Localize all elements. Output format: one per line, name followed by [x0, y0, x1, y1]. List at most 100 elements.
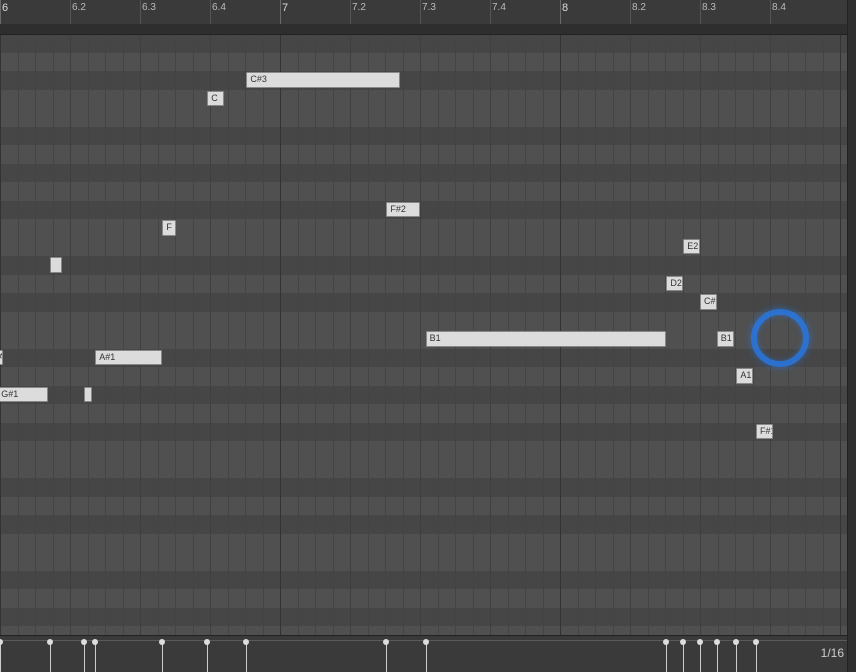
- grid-line: [823, 34, 824, 636]
- velocity-stem[interactable]: [756, 642, 757, 672]
- midi-note[interactable]: A#1: [0, 350, 3, 366]
- velocity-handle[interactable]: [680, 639, 686, 645]
- grid-line: [788, 34, 789, 636]
- midi-note[interactable]: G#1: [0, 387, 48, 403]
- velocity-handle[interactable]: [383, 639, 389, 645]
- velocity-stem[interactable]: [0, 642, 1, 672]
- piano-roll-row: [0, 256, 848, 275]
- grid-line: [350, 34, 351, 636]
- velocity-lane[interactable]: 1/16: [0, 635, 848, 672]
- velocity-handle[interactable]: [204, 639, 210, 645]
- grid-line: [298, 34, 299, 636]
- ruler-label: 6.3: [142, 2, 156, 13]
- grid-line: [280, 34, 281, 636]
- velocity-handle[interactable]: [47, 639, 53, 645]
- ruler-label: 8: [562, 2, 568, 14]
- midi-note[interactable]: C: [207, 91, 224, 107]
- velocity-stem[interactable]: [717, 642, 718, 672]
- midi-note[interactable]: B1: [426, 331, 667, 347]
- velocity-handle[interactable]: [733, 639, 739, 645]
- ruler-label: 6.2: [72, 2, 86, 13]
- vertical-scrollbar[interactable]: [847, 0, 856, 672]
- piano-roll-row: [0, 589, 848, 608]
- grid-line: [683, 34, 684, 636]
- piano-roll-row: [0, 515, 848, 534]
- grid-line: [805, 34, 806, 636]
- velocity-stem[interactable]: [666, 642, 667, 672]
- piano-roll-row: [0, 312, 848, 331]
- piano-roll-row: [0, 90, 848, 109]
- midi-note[interactable]: F#2: [386, 202, 420, 218]
- piano-roll-row: [0, 182, 848, 201]
- piano-roll-row: [0, 164, 848, 183]
- velocity-handle[interactable]: [92, 639, 98, 645]
- velocity-stem[interactable]: [426, 642, 427, 672]
- grid-line: [263, 34, 264, 636]
- velocity-handle[interactable]: [714, 639, 720, 645]
- grid-line: [123, 34, 124, 636]
- velocity-stem[interactable]: [246, 642, 247, 672]
- grid-line: [333, 34, 334, 636]
- midi-note[interactable]: F#1: [756, 424, 773, 440]
- snap-resolution-label: 1/16: [821, 646, 844, 660]
- velocity-handle[interactable]: [753, 639, 759, 645]
- midi-note[interactable]: [84, 387, 92, 403]
- velocity-stem[interactable]: [736, 642, 737, 672]
- ruler-tick: [770, 0, 771, 24]
- piano-roll-row: [0, 293, 848, 312]
- velocity-handle[interactable]: [243, 639, 249, 645]
- grid-line: [193, 34, 194, 636]
- velocity-stem[interactable]: [700, 642, 701, 672]
- ruler-tick: [420, 0, 421, 24]
- ruler-ticks: 66.26.36.477.27.37.488.28.38.4: [0, 0, 848, 24]
- piano-roll-row: [0, 127, 848, 146]
- timeline-ruler-secondary[interactable]: [0, 24, 848, 35]
- velocity-handle[interactable]: [423, 639, 429, 645]
- piano-roll-row: [0, 71, 848, 90]
- velocity-stem[interactable]: [50, 642, 51, 672]
- ruler-label: 7.3: [422, 2, 436, 13]
- ruler-tick: [490, 0, 491, 24]
- velocity-stem[interactable]: [683, 642, 684, 672]
- velocity-handle[interactable]: [697, 639, 703, 645]
- midi-note[interactable]: D2: [666, 276, 683, 292]
- piano-roll-row: [0, 552, 848, 571]
- ruler-label: 6: [2, 2, 8, 14]
- midi-note[interactable]: C#2: [700, 294, 717, 310]
- midi-note[interactable]: E2: [683, 239, 700, 255]
- grid-line: [420, 34, 421, 636]
- grid-line: [700, 34, 701, 636]
- grid-line: [735, 34, 736, 636]
- velocity-handle[interactable]: [663, 639, 669, 645]
- piano-roll-row: [0, 534, 848, 553]
- velocity-handle[interactable]: [0, 639, 3, 645]
- ruler-label: 7.4: [492, 2, 506, 13]
- midi-note[interactable]: A#1: [95, 350, 162, 366]
- ruler-tick: [560, 0, 561, 24]
- grid-line: [403, 34, 404, 636]
- timeline-ruler[interactable]: 66.26.36.477.27.37.488.28.38.4: [0, 0, 848, 25]
- velocity-handle[interactable]: [81, 639, 87, 645]
- velocity-stem[interactable]: [84, 642, 85, 672]
- midi-note[interactable]: F: [162, 220, 176, 236]
- midi-note[interactable]: B1: [717, 331, 734, 347]
- piano-roll-row: [0, 404, 848, 423]
- grid-line: [315, 34, 316, 636]
- grid-line: [753, 34, 754, 636]
- velocity-stem[interactable]: [207, 642, 208, 672]
- midi-note[interactable]: C#3: [246, 72, 400, 88]
- piano-roll-row: [0, 145, 848, 164]
- velocity-stem[interactable]: [386, 642, 387, 672]
- ruler-tick: [350, 0, 351, 24]
- velocity-stem[interactable]: [95, 642, 96, 672]
- grid-line: [228, 34, 229, 636]
- velocity-handle[interactable]: [159, 639, 165, 645]
- midi-note[interactable]: A1: [736, 368, 753, 384]
- piano-roll-row: [0, 497, 848, 516]
- grid-line: [0, 34, 1, 636]
- midi-note[interactable]: [50, 257, 61, 273]
- grid-line: [18, 34, 19, 636]
- velocity-stem[interactable]: [162, 642, 163, 672]
- piano-roll-grid[interactable]: C#3 C F#2 F E2 D2 C#2 B1 B1 A#1 A#1 A1 G#1 F#1: [0, 34, 848, 636]
- ruler-label: 8.4: [772, 2, 786, 13]
